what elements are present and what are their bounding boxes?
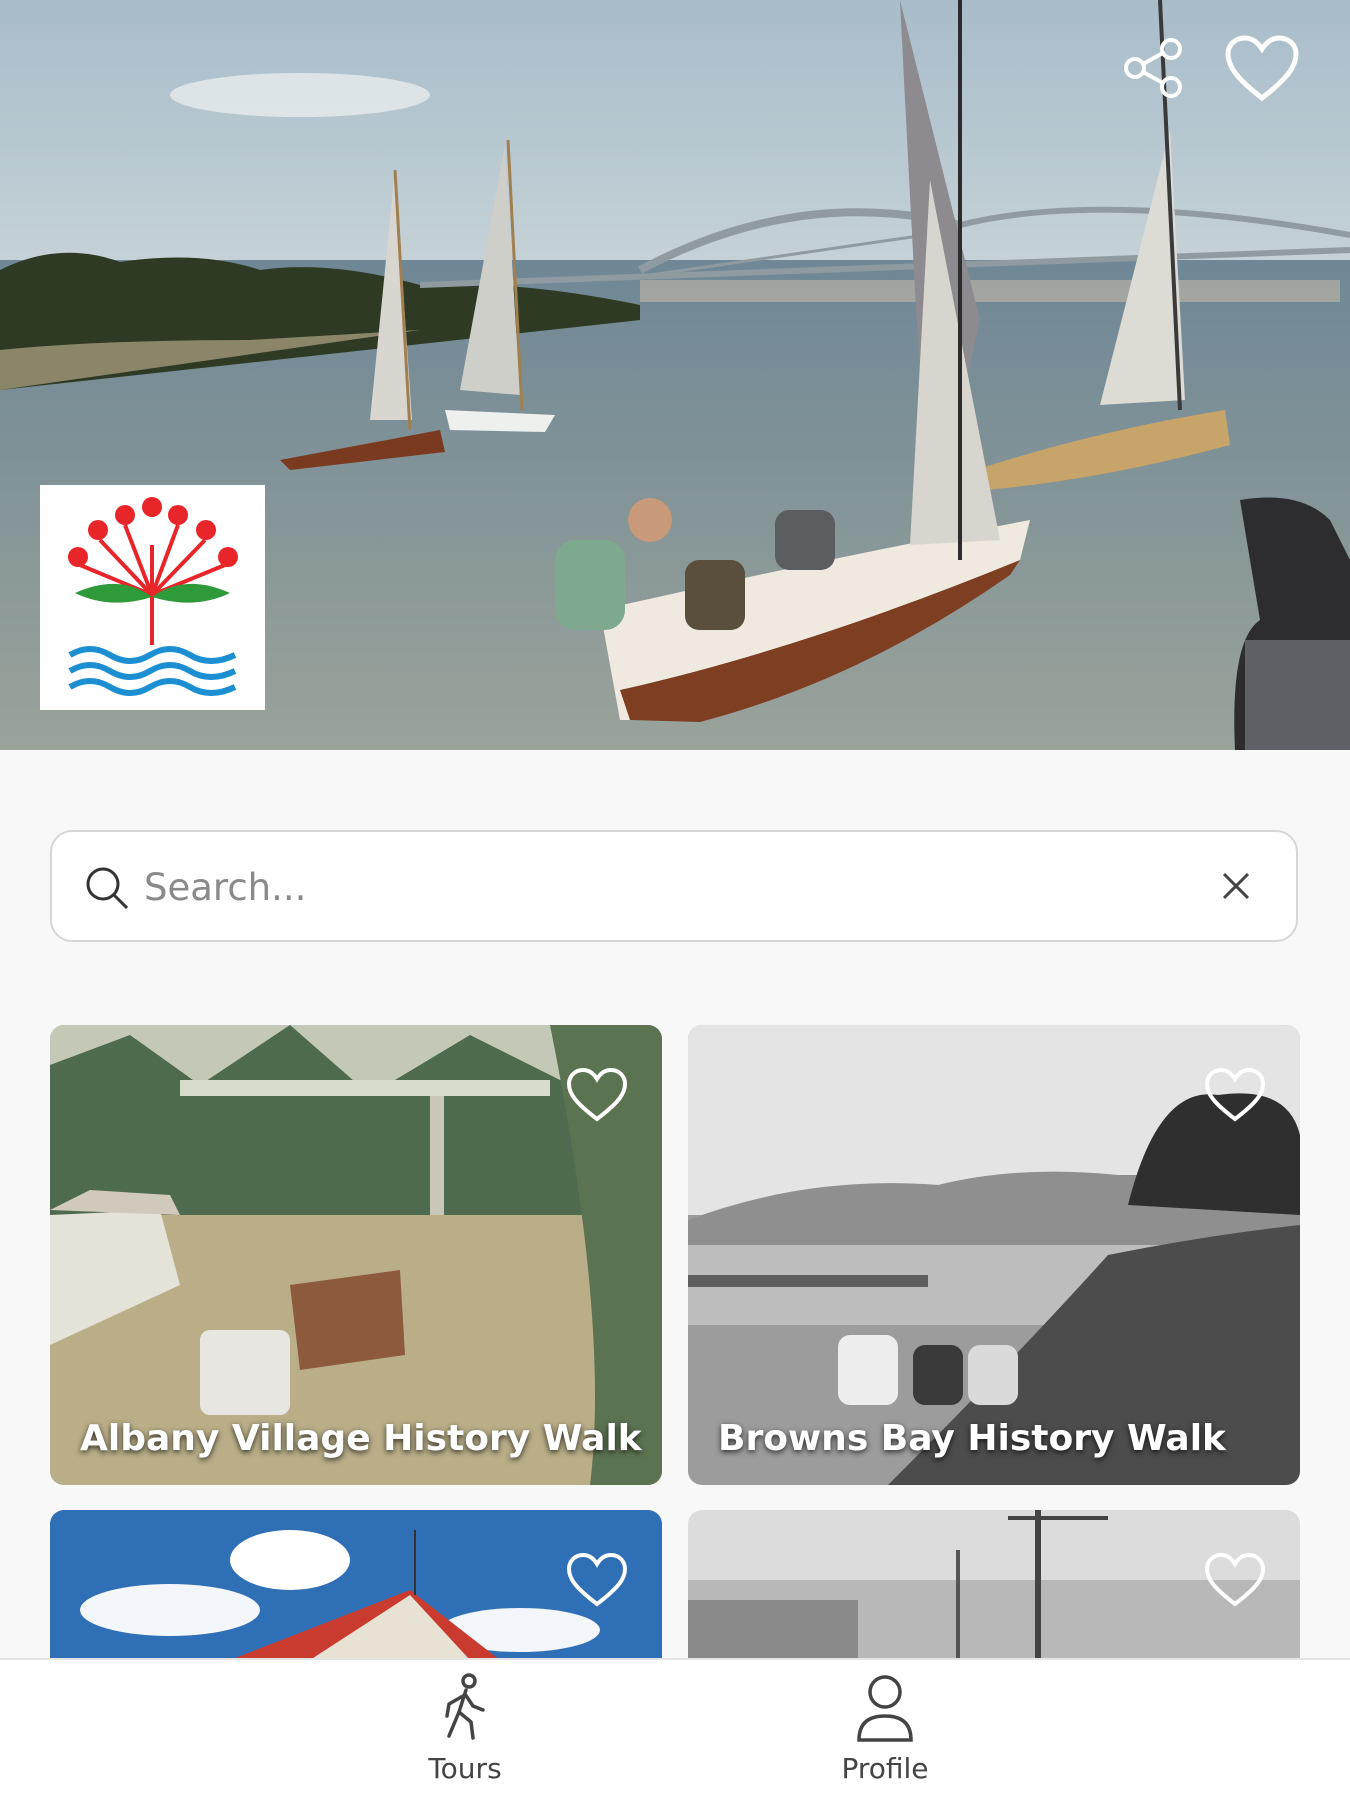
search-input[interactable]	[142, 850, 1146, 924]
heart-outline-icon[interactable]	[566, 1552, 628, 1608]
organization-logo	[40, 485, 265, 710]
heart-outline-icon[interactable]	[1204, 1552, 1266, 1608]
search-bar	[50, 830, 1298, 942]
search-icon[interactable]	[84, 865, 130, 911]
heart-outline-icon[interactable]	[1204, 1067, 1266, 1123]
nav-profile-label: Profile	[841, 1752, 929, 1785]
tour-card-street[interactable]	[688, 1510, 1300, 1660]
close-icon[interactable]	[1218, 868, 1254, 904]
walking-person-icon	[445, 1673, 485, 1740]
tour-card-glenfield[interactable]	[50, 1510, 662, 1660]
nav-tours-label: Tours	[428, 1752, 502, 1785]
tour-card-albany[interactable]: Albany Village History Walk	[50, 1025, 662, 1485]
share-icon	[1124, 38, 1182, 98]
hero-image	[0, 0, 1350, 750]
user-icon	[857, 1675, 913, 1742]
heart-outline-icon[interactable]	[566, 1067, 628, 1123]
pohutukawa-logo-icon	[68, 497, 238, 696]
heart-outline-icon	[1225, 35, 1299, 102]
favorite-button[interactable]	[1222, 28, 1302, 108]
tour-title: Browns Bay History Walk	[718, 1418, 1226, 1459]
nav-tours[interactable]: Tours	[315, 1660, 615, 1802]
bottom-navigation: Tours Profile	[0, 1658, 1350, 1802]
tour-card-browns-bay[interactable]: Browns Bay History Walk	[688, 1025, 1300, 1485]
share-button[interactable]	[1114, 28, 1194, 108]
tour-title: Albany Village History Walk	[80, 1418, 642, 1459]
nav-profile[interactable]: Profile	[735, 1660, 1035, 1802]
